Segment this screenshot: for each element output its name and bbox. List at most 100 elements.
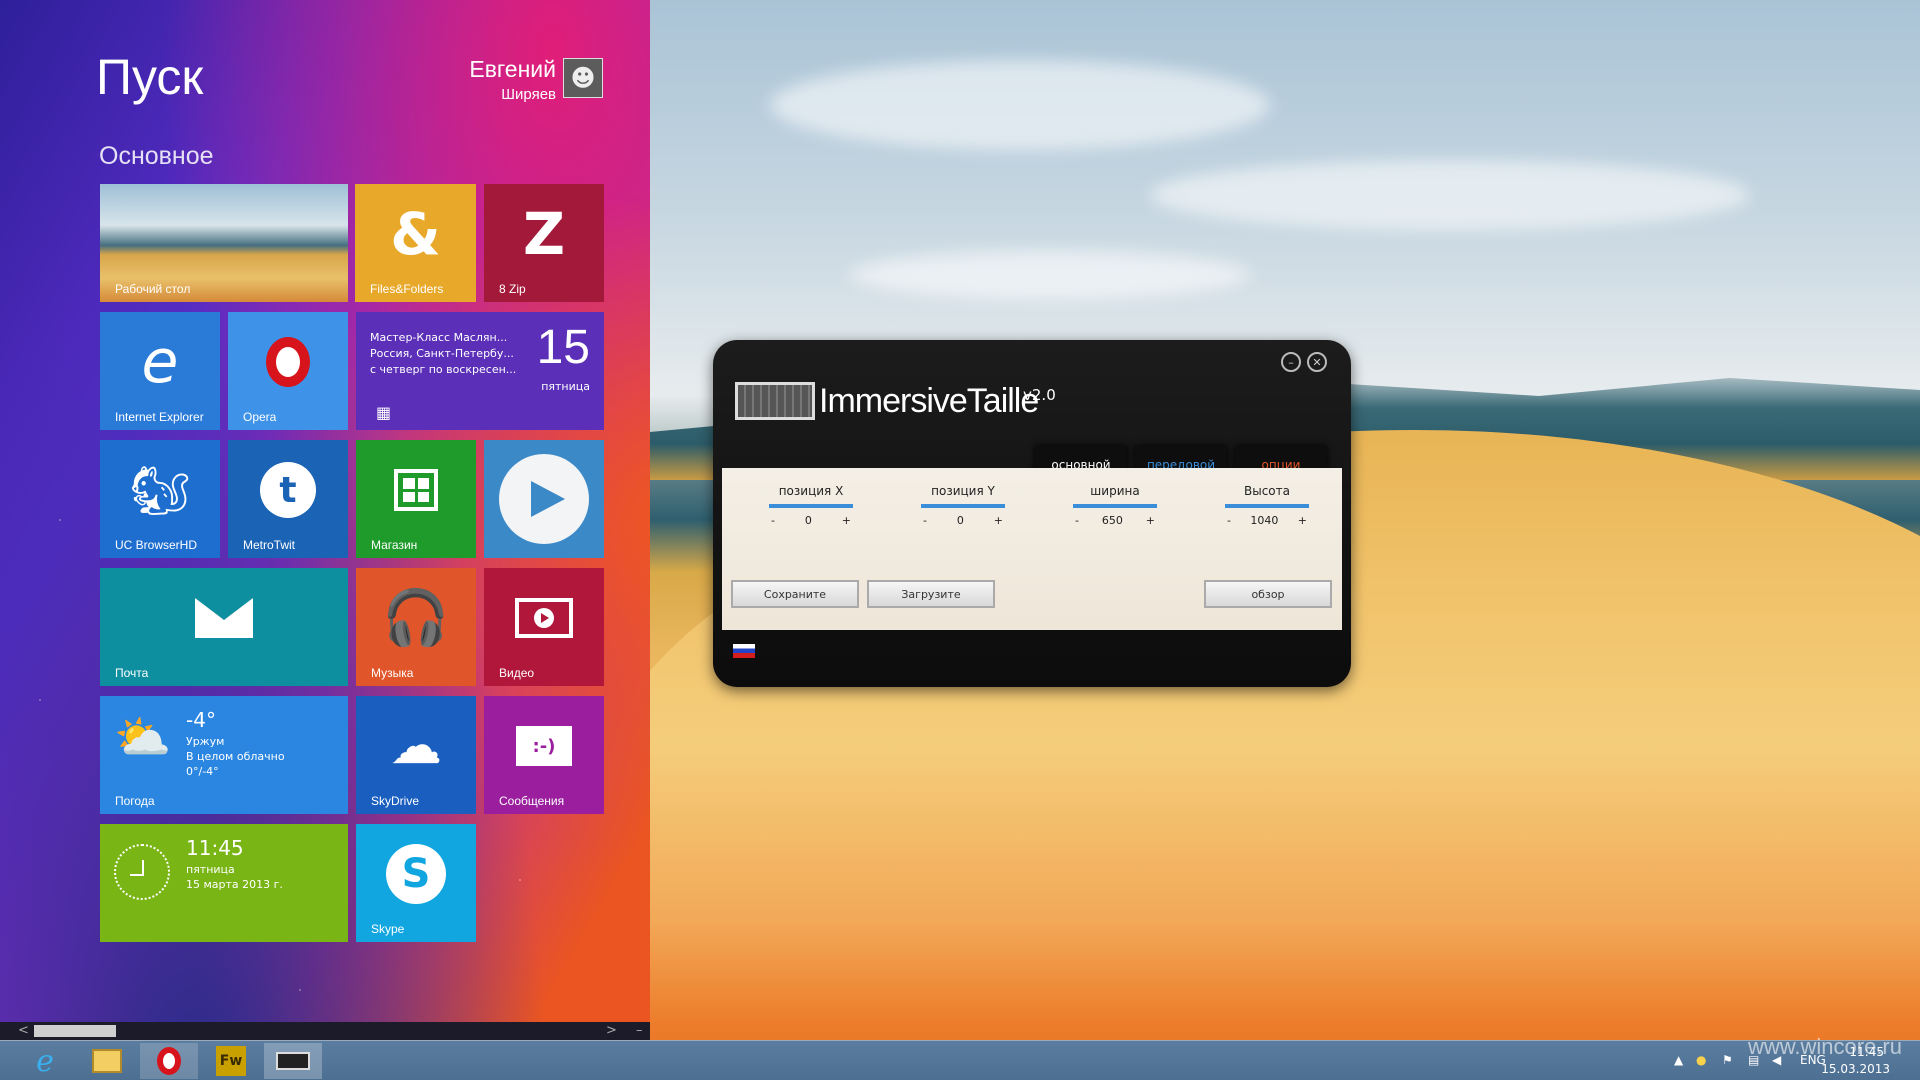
tile-desktop[interactable]: Рабочий стол	[100, 184, 348, 302]
field-value[interactable]: 1040	[1250, 514, 1278, 527]
tile-8zip[interactable]: Z 8 Zip	[484, 184, 604, 302]
tile-label: Музыка	[371, 666, 414, 680]
action-center-flag-icon[interactable]: ⚑	[1722, 1053, 1733, 1067]
app-title: ImmersiveTaille	[819, 382, 1039, 420]
browse-button[interactable]: обзор	[1204, 580, 1332, 608]
calendar-event-line: Россия, Санкт-Петербу...	[370, 347, 514, 360]
video-icon	[484, 568, 604, 668]
decrement-button[interactable]: -	[771, 514, 775, 527]
field-value[interactable]: 0	[805, 514, 812, 527]
tile-skydrive[interactable]: ☁ SkyDrive	[356, 696, 476, 814]
field-value[interactable]: 0	[957, 514, 964, 527]
tile-label: Opera	[243, 410, 277, 424]
tile-files-folders[interactable]: & Files&Folders	[355, 184, 476, 302]
field-bar	[921, 504, 1005, 508]
tile-mail[interactable]: Почта	[100, 568, 348, 686]
mail-envelope-icon	[100, 568, 348, 668]
tile-weather[interactable]: ⛅ -4° Уржум В целом облачно 0°/-4° Погод…	[100, 696, 348, 814]
zip-z-icon: Z	[522, 200, 566, 268]
wallpaper-cloud	[770, 60, 1270, 150]
decrement-button[interactable]: -	[1227, 514, 1231, 527]
decrement-button[interactable]: -	[923, 514, 927, 527]
tile-label: Files&Folders	[370, 282, 444, 296]
save-button[interactable]: Сохраните	[731, 580, 859, 608]
load-button[interactable]: Загрузите	[867, 580, 995, 608]
cloud-icon: ☁	[390, 716, 442, 776]
tile-label: Погода	[115, 794, 155, 808]
taskbar-clock-date[interactable]: 15.03.2013	[1821, 1062, 1890, 1076]
metrotwit-icon: t	[228, 440, 348, 540]
internet-explorer-icon: e	[141, 327, 179, 397]
calendar-event: Мастер-Класс Маслян... Россия, Санкт-Пет…	[370, 330, 520, 378]
taskbar-internet-explorer-icon[interactable]: e	[16, 1043, 74, 1079]
skype-icon: S	[356, 824, 476, 924]
tile-uc-browser[interactable]: 🐿 UC BrowserHD	[100, 440, 220, 558]
wallpaper-cloud	[850, 250, 1250, 300]
tile-label: Видео	[499, 666, 535, 680]
tile-label: Skype	[371, 922, 405, 936]
field-label: Высота	[1244, 484, 1290, 498]
tile-metrotwit[interactable]: t MetroTwit	[228, 440, 348, 558]
field-label: позиция X	[778, 484, 844, 498]
user-last-name[interactable]: Ширяев	[501, 86, 556, 103]
watermark: www.wincore.ru	[1747, 1034, 1902, 1059]
taskbar-file-explorer-icon[interactable]	[78, 1043, 136, 1079]
field-label: ширина	[1090, 484, 1140, 498]
scroll-left-arrow[interactable]: <	[18, 1023, 29, 1038]
tile-label: Почта	[115, 666, 149, 680]
tile-label: UC BrowserHD	[115, 538, 198, 552]
scroll-thumb[interactable]	[34, 1025, 116, 1037]
position-x-field: позиция X - 0 +	[751, 484, 871, 527]
taskbar-opera-icon[interactable]	[140, 1043, 198, 1079]
clock-date: 15 марта 2013 г.	[186, 878, 283, 891]
clock-time: 11:45	[186, 836, 244, 860]
tile-internet-explorer[interactable]: e Internet Explorer	[100, 312, 220, 430]
start-scrollbar[interactable]: < > –	[0, 1022, 650, 1040]
tile-group-title[interactable]: Основное	[99, 142, 214, 171]
increment-button[interactable]: +	[1146, 514, 1155, 527]
close-icon[interactable]: ✕	[1307, 352, 1327, 372]
increment-button[interactable]: +	[1298, 514, 1307, 527]
wallpaper-cloud	[1150, 160, 1750, 230]
increment-button[interactable]: +	[842, 514, 851, 527]
user-first-name[interactable]: Евгений	[469, 56, 556, 83]
calendar-icon: ▦	[376, 403, 392, 422]
tray-app-icon[interactable]: ●	[1696, 1053, 1706, 1067]
tile-skype[interactable]: S Skype	[356, 824, 476, 942]
show-hidden-icons-chevron-icon[interactable]: ▲	[1674, 1053, 1683, 1067]
minimize-icon[interactable]: –	[1281, 352, 1301, 372]
weather-details: Уржум В целом облачно 0°/-4°	[186, 734, 285, 779]
weather-description: В целом облачно	[186, 750, 285, 763]
taskbar-immersivetaille-icon[interactable]	[264, 1043, 322, 1079]
increment-button[interactable]: +	[994, 514, 1003, 527]
play-icon	[484, 440, 604, 558]
russian-flag-icon[interactable]	[733, 644, 755, 658]
ampersand-icon: &	[390, 200, 441, 268]
zoom-out-button[interactable]: –	[636, 1023, 643, 1038]
tile-media-player[interactable]	[484, 440, 604, 558]
tile-music[interactable]: 🎧 Музыка	[356, 568, 476, 686]
calendar-day: 15	[536, 321, 590, 374]
tile-opera[interactable]: Opera	[228, 312, 348, 430]
decrement-button[interactable]: -	[1075, 514, 1079, 527]
tile-clock[interactable]: 11:45 пятница 15 марта 2013 г.	[100, 824, 348, 942]
avatar[interactable]: ☻	[563, 58, 603, 98]
field-label: позиция Y	[931, 484, 995, 498]
tile-messaging[interactable]: :-) Сообщения	[484, 696, 604, 814]
tile-label: Сообщения	[499, 794, 565, 808]
tile-store[interactable]: Магазин	[356, 440, 476, 558]
tile-video[interactable]: Видео	[484, 568, 604, 686]
app-version: v2.0	[1023, 386, 1056, 404]
tile-calendar[interactable]: Мастер-Класс Маслян... Россия, Санкт-Пет…	[356, 312, 604, 430]
settings-panel: позиция X - 0 + позиция Y - 0 + ширина -…	[722, 468, 1342, 630]
message-smiley-icon: :-)	[484, 696, 604, 796]
app-logo-icon	[735, 382, 815, 420]
weather-city: Уржум	[186, 735, 225, 748]
height-field: Высота - 1040 +	[1207, 484, 1327, 527]
field-value[interactable]: 650	[1102, 514, 1123, 527]
scroll-right-arrow[interactable]: >	[606, 1023, 617, 1038]
start-screen: Пуск Евгений Ширяев ☻ Основное Рабочий с…	[0, 0, 650, 1040]
taskbar-fireworks-icon[interactable]: Fw	[202, 1043, 260, 1079]
opera-icon	[228, 312, 348, 412]
tile-label: SkyDrive	[371, 794, 420, 808]
